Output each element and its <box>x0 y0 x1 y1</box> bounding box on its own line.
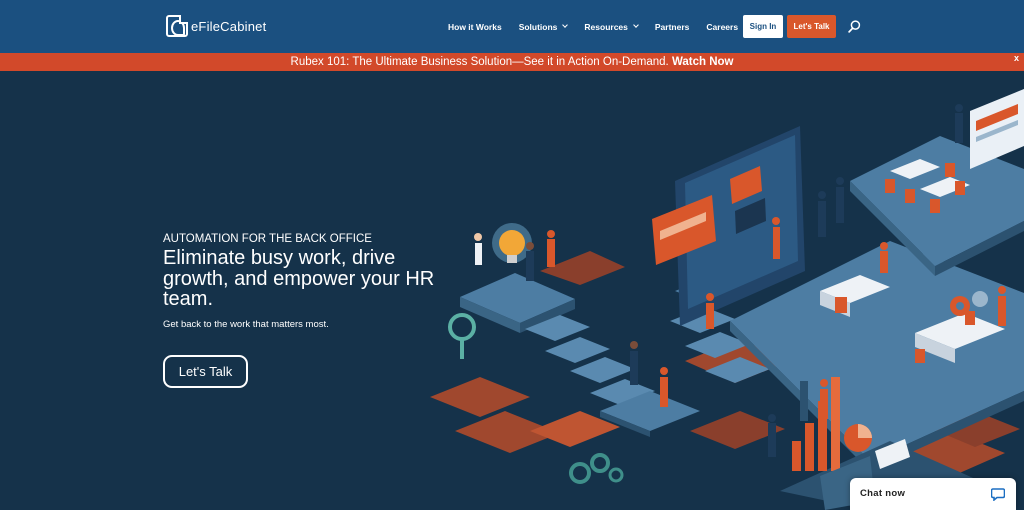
nav-link-how-it-works[interactable]: How it Works <box>448 22 502 32</box>
nav-link-label: Solutions <box>518 21 558 32</box>
lets-talk-nav-button[interactable]: Let's Talk <box>787 15 836 38</box>
close-icon[interactable]: x <box>1014 53 1019 63</box>
nav-links: How it Works Solutions Resources Partner… <box>448 0 755 53</box>
nav-link-label: How it Works <box>448 21 502 32</box>
search-icon[interactable] <box>848 20 861 33</box>
nav-link-label: Careers <box>706 21 739 32</box>
nav-link-resources[interactable]: Resources <box>584 21 639 32</box>
chat-bubble-icon[interactable] <box>991 487 1005 501</box>
promo-banner[interactable]: Rubex 101: The Ultimate Business Solutio… <box>0 53 1024 71</box>
nav-link-solutions[interactable]: Solutions <box>518 21 569 32</box>
logo[interactable]: eFileCabinet <box>166 15 266 37</box>
hero-headline: Eliminate busy work, drive growth, and e… <box>163 247 435 310</box>
hero-section: AUTOMATION FOR THE BACK OFFICE Eliminate… <box>0 71 1024 510</box>
nav-link-label: Resources <box>584 21 628 32</box>
banner-text: Rubex 101: The Ultimate Business Solutio… <box>290 56 669 68</box>
sign-in-button[interactable]: Sign In <box>743 15 783 38</box>
nav-link-label: Partners <box>654 21 690 32</box>
chat-label: Chat now <box>860 488 906 499</box>
hero-subtext: Get back to the work that matters most. <box>163 318 329 330</box>
watch-now-link[interactable]: Watch Now <box>672 56 734 68</box>
nav-link-careers[interactable]: Careers <box>706 22 738 32</box>
chevron-down-icon <box>633 22 639 28</box>
lets-talk-hero-button[interactable]: Let's Talk <box>163 355 248 388</box>
top-navigation: eFileCabinet How it Works Solutions Reso… <box>0 0 1024 53</box>
isometric-office-illustration <box>430 89 1024 510</box>
hero-eyebrow: AUTOMATION FOR THE BACK OFFICE <box>163 233 372 245</box>
hero-copy: AUTOMATION FOR THE BACK OFFICE Eliminate… <box>163 233 443 330</box>
chevron-down-icon <box>562 22 569 28</box>
chat-widget[interactable]: Chat now <box>850 478 1016 510</box>
logo-text: eFileCabinet <box>191 18 267 34</box>
nav-link-partners[interactable]: Partners <box>655 22 690 32</box>
logo-mark-icon <box>166 15 188 37</box>
